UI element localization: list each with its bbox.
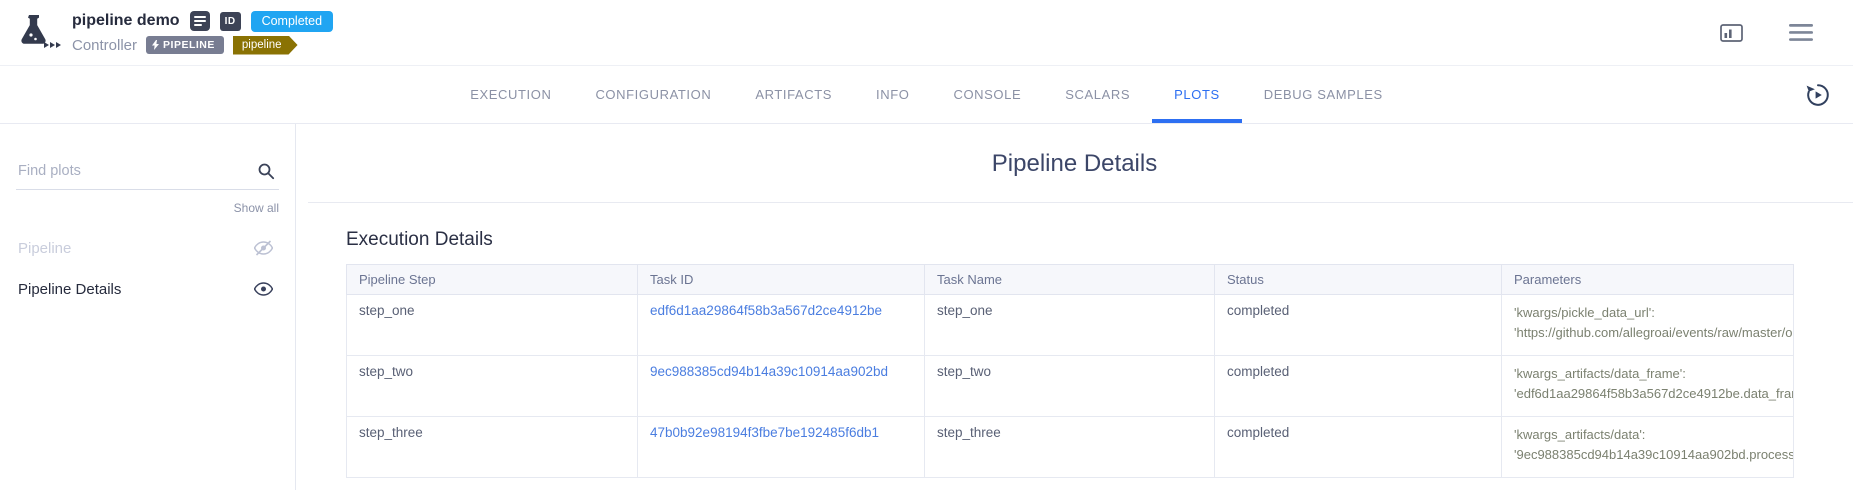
- cell-step: step_two: [347, 356, 638, 417]
- col-task-id: Task ID: [638, 265, 925, 295]
- tab-console[interactable]: CONSOLE: [931, 66, 1043, 123]
- section-title: Execution Details: [346, 229, 1853, 251]
- tab-info[interactable]: INFO: [854, 66, 931, 123]
- cell-parameters: 'kwargs_artifacts/data': '9ec988385cd94b…: [1502, 417, 1794, 478]
- cell-step: step_one: [347, 295, 638, 356]
- cell-task-name: step_three: [925, 417, 1215, 478]
- experiment-tabbar: EXECUTION CONFIGURATION ARTIFACTS INFO C…: [0, 66, 1853, 124]
- execution-details-section: Execution Details Pipeline Step Task ID …: [346, 229, 1853, 478]
- status-badge: Completed: [251, 11, 333, 32]
- table-row: step_three 47b0b92e98194f3fbe7be192485f6…: [347, 417, 1794, 478]
- bolt-icon: [152, 40, 159, 50]
- plot-item-label: Pipeline Details: [18, 281, 121, 298]
- cell-status: completed: [1215, 417, 1502, 478]
- col-pipeline-step: Pipeline Step: [347, 265, 638, 295]
- plot-title: Pipeline Details: [296, 150, 1853, 178]
- cell-task-id: 9ec988385cd94b14a39c10914aa902bd: [638, 356, 925, 417]
- col-task-name: Task Name: [925, 265, 1215, 295]
- task-id-link[interactable]: edf6d1aa29864f58b3a567d2ce4912be: [650, 303, 882, 318]
- plot-content: Pipeline Details Execution Details Pipel…: [296, 124, 1853, 490]
- find-plots-input[interactable]: [18, 163, 249, 179]
- header-text-block: pipeline demo ID Completed Controller PI…: [72, 11, 333, 55]
- execution-details-table: Pipeline Step Task ID Task Name Status P…: [346, 264, 1794, 478]
- experiment-title: pipeline demo: [72, 12, 180, 30]
- divider: [308, 202, 1853, 203]
- table-header-row: Pipeline Step Task ID Task Name Status P…: [347, 265, 1794, 295]
- parameter-line: 'kwargs/pickle_data_url':: [1514, 303, 1781, 323]
- parameter-line: '9ec988385cd94b14a39c10914aa902bd.proces…: [1514, 445, 1781, 465]
- plot-item-label: Pipeline: [18, 240, 71, 257]
- pipeline-flask-icon: [14, 11, 62, 55]
- pipeline-demo-page: pipeline demo ID Completed Controller PI…: [0, 0, 1853, 490]
- plot-item-pipeline-details[interactable]: Pipeline Details: [16, 269, 279, 309]
- cell-status: completed: [1215, 295, 1502, 356]
- task-id-link[interactable]: 9ec988385cd94b14a39c10914aa902bd: [650, 364, 888, 379]
- project-tag-pipeline: pipeline: [233, 36, 298, 55]
- controller-label: Controller: [72, 37, 137, 54]
- system-tag-pipeline: PIPELINE: [146, 36, 224, 54]
- cell-parameters: 'kwargs/pickle_data_url': 'https://githu…: [1502, 295, 1794, 356]
- tab-artifacts[interactable]: ARTIFACTS: [733, 66, 854, 123]
- hamburger-menu-icon[interactable]: [1785, 20, 1817, 45]
- search-icon: [257, 162, 275, 185]
- visibility-off-icon[interactable]: [252, 238, 275, 258]
- cell-task-id: edf6d1aa29864f58b3a567d2ce4912be: [638, 295, 925, 356]
- cell-parameters: 'kwargs_artifacts/data_frame': 'edf6d1aa…: [1502, 356, 1794, 417]
- table-row: step_one edf6d1aa29864f58b3a567d2ce4912b…: [347, 295, 1794, 356]
- auto-refresh-icon[interactable]: [1801, 78, 1835, 112]
- system-tag-label: PIPELINE: [163, 39, 215, 51]
- col-parameters: Parameters: [1502, 265, 1794, 295]
- app-header: pipeline demo ID Completed Controller PI…: [0, 0, 1853, 66]
- cell-step: step_three: [347, 417, 638, 478]
- tab-scalars[interactable]: SCALARS: [1043, 66, 1152, 123]
- visibility-on-icon[interactable]: [252, 280, 275, 298]
- parameter-line: 'https://github.com/allegroai/events/raw…: [1514, 323, 1781, 343]
- plot-search-box: [16, 158, 279, 190]
- plots-body: Show all Pipeline Pipeline Details Pip: [0, 124, 1853, 490]
- col-status: Status: [1215, 265, 1502, 295]
- parameter-line: 'kwargs_artifacts/data_frame':: [1514, 364, 1781, 384]
- header-actions: [1716, 20, 1833, 46]
- plot-item-pipeline[interactable]: Pipeline: [16, 227, 279, 269]
- task-description-icon[interactable]: [190, 11, 210, 31]
- plot-list: Pipeline Pipeline Details: [16, 227, 279, 309]
- tab-debug-samples[interactable]: DEBUG SAMPLES: [1242, 66, 1405, 123]
- tab-plots[interactable]: PLOTS: [1152, 66, 1242, 123]
- cell-task-name: step_two: [925, 356, 1215, 417]
- tab-execution[interactable]: EXECUTION: [448, 66, 573, 123]
- table-row: step_two 9ec988385cd94b14a39c10914aa902b…: [347, 356, 1794, 417]
- cell-status: completed: [1215, 356, 1502, 417]
- show-all-link[interactable]: Show all: [16, 201, 279, 215]
- details-panel-icon[interactable]: [1716, 20, 1747, 46]
- task-id-link[interactable]: 47b0b92e98194f3fbe7be192485f6db1: [650, 425, 879, 440]
- plots-sidebar: Show all Pipeline Pipeline Details: [0, 124, 296, 490]
- cell-task-name: step_one: [925, 295, 1215, 356]
- parameter-line: 'kwargs_artifacts/data':: [1514, 425, 1781, 445]
- id-badge[interactable]: ID: [220, 12, 241, 31]
- parameter-line: 'edf6d1aa29864f58b3a567d2ce4912be.data_f…: [1514, 384, 1781, 404]
- cell-task-id: 47b0b92e98194f3fbe7be192485f6db1: [638, 417, 925, 478]
- tab-configuration[interactable]: CONFIGURATION: [573, 66, 733, 123]
